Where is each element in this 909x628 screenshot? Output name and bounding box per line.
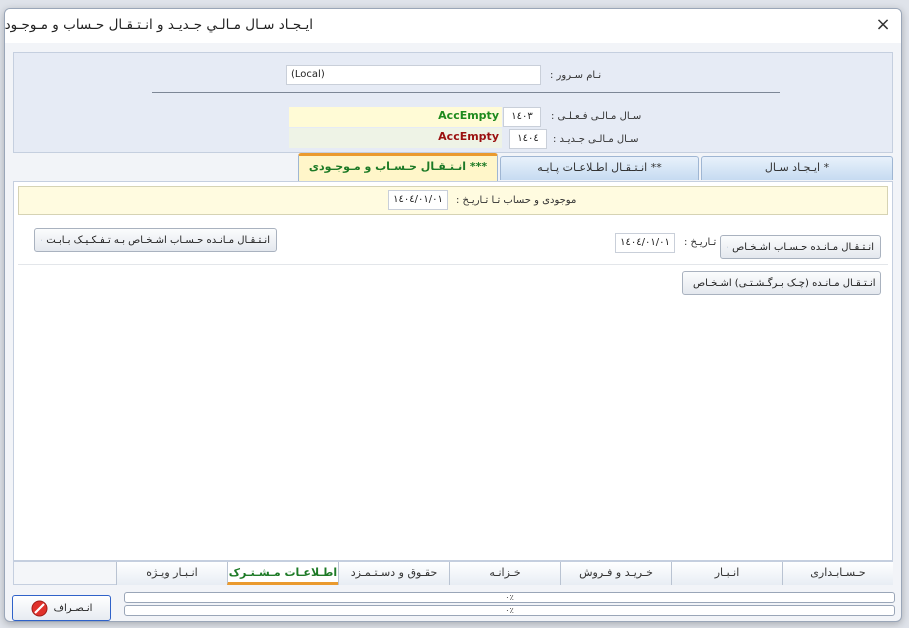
progress-1-text: ۰٪	[505, 593, 514, 602]
broom-icon	[727, 246, 728, 248]
server-input[interactable]: (Local)	[286, 65, 541, 85]
section-divider	[18, 264, 888, 265]
cancel-icon	[31, 600, 48, 616]
tab-special-warehouse[interactable]: انـبـار ویـژه	[116, 562, 227, 585]
current-db-name: AccEmpty	[438, 109, 499, 122]
server-info-panel: نـام سـرور : (Local) AccEmpty ۱٤۰۳ سـال …	[13, 52, 893, 153]
close-button[interactable]: ×	[871, 13, 895, 37]
cancel-button[interactable]: انـصـراف	[12, 595, 111, 621]
transfer-itemized-balance-button[interactable]: انـتـقـال مـانـده حـسـاب اشـخـاص بـه تـف…	[34, 228, 277, 252]
balance-date-label: موجودی و حساب تـا تـاریـخ :	[456, 195, 577, 206]
current-year-field[interactable]: ۱٤۰۳	[503, 107, 541, 127]
progress-bar-1: ۰٪	[124, 592, 895, 603]
server-label: نـام سـرور :	[550, 70, 602, 81]
dialog-window: ایـجـاد سـال مـالـي جـديـد و انـتـقـال ح…	[4, 8, 902, 622]
tab-warehouse[interactable]: انـبـار	[671, 562, 782, 585]
divider	[152, 92, 780, 93]
new-year-field[interactable]: ۱٤۰٤	[509, 129, 547, 149]
progress-2-text: ۰٪	[505, 606, 514, 615]
module-tab-strip: حـسـابـداری انـبـار خـریـد و فـروش خـزان…	[13, 561, 893, 585]
tab-create-year[interactable]: * ایـجـاد سـال	[701, 156, 893, 180]
transfer-panel: موجودی و حساب تـا تـاریـخ : ۱٤۰٤/۰۱/۰۱ ا…	[13, 181, 893, 561]
transfer-person-balance-button[interactable]: انـتـقـال مـانـده حـسـاب اشـخـاص	[720, 235, 881, 259]
new-year-label: سـال مـالـی جـدیـد :	[553, 134, 639, 145]
new-db-strip: AccEmpty	[289, 128, 502, 148]
tab-shared-info[interactable]: اطـلاعـات مـشـتـرک	[227, 562, 338, 585]
tab-base-info-transfer[interactable]: ** انـتـقـال اطـلاعـات پـایـه	[500, 156, 699, 180]
tab-account-stock-transfer[interactable]: *** انـتـقـال حـسـاب و مـوجـودی	[298, 153, 498, 181]
transfer-person-balance-label: انـتـقـال مـانـده حـسـاب اشـخـاص	[732, 241, 874, 253]
balance-date-bar: موجودی و حساب تـا تـاریـخ : ۱٤۰٤/۰۱/۰۱	[18, 186, 888, 215]
window-title: ایـجـاد سـال مـالـي جـديـد و انـتـقـال ح…	[4, 17, 313, 33]
transfer-returned-cheque-button[interactable]: انـتـقـال مـانـده (چـک بـرگـشـتـی) اشـخـ…	[682, 271, 881, 295]
transfer-itemized-balance-label: انـتـقـال مـانـده حـسـاب اشـخـاص بـه تـف…	[46, 234, 270, 246]
tab-accounting[interactable]: حـسـابـداری	[782, 562, 893, 585]
date-label: تـاریـخ :	[684, 237, 717, 248]
current-year-label: سـال مـالـی فـعـلـی :	[551, 111, 642, 122]
date-input[interactable]: ۱٤۰٤/۰۱/۰۱	[615, 233, 675, 253]
tab-payroll[interactable]: حقـوق و دسـتـمـزد	[338, 562, 449, 585]
top-tab-strip: * ایـجـاد سـال ** انـتـقـال اطـلاعـات پـ…	[13, 153, 893, 181]
broom-icon	[41, 239, 42, 241]
tab-treasury[interactable]: خـزانـه	[449, 562, 560, 585]
new-db-name: AccEmpty	[438, 130, 499, 143]
title-bar: ایـجـاد سـال مـالـي جـديـد و انـتـقـال ح…	[5, 9, 901, 43]
cancel-label: انـصـراف	[53, 602, 93, 614]
transfer-returned-cheque-label: انـتـقـال مـانـده (چـک بـرگـشـتـی) اشـخـ…	[693, 277, 876, 289]
progress-bar-2: ۰٪	[124, 605, 895, 616]
current-db-strip: AccEmpty	[289, 107, 502, 127]
tab-buy-sell[interactable]: خـریـد و فـروش	[560, 562, 671, 585]
balance-date-input[interactable]: ۱٤۰٤/۰۱/۰۱	[388, 190, 448, 210]
